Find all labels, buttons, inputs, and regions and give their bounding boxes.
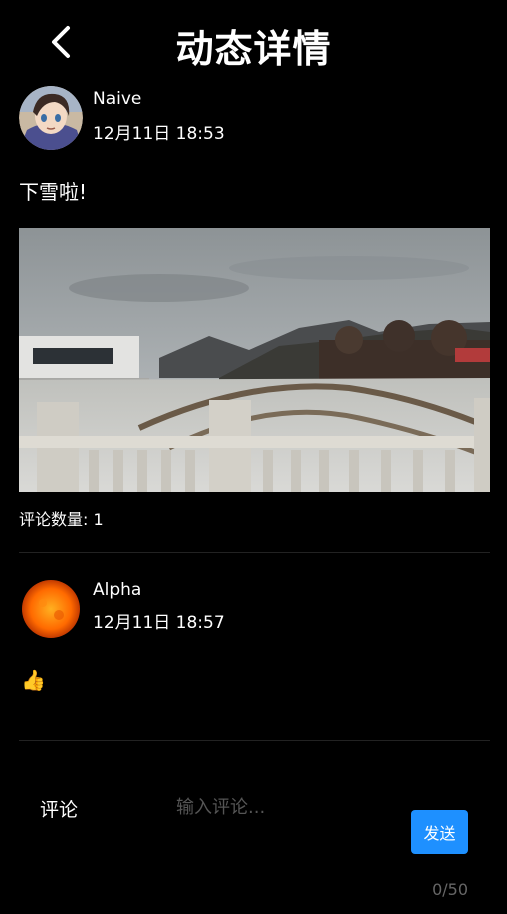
comment-text: 👍 [21,668,46,692]
anime-avatar-icon [19,86,83,150]
post-photo[interactable] [19,228,490,492]
author-avatar[interactable] [19,86,83,150]
header: 动态详情 [0,0,507,84]
comment-count: 评论数量: 1 [19,510,104,529]
commenter-avatar[interactable] [19,577,83,641]
comment-label: 评论 [40,799,79,821]
sun-avatar-icon [19,577,83,641]
comment-timestamp: 12月11日 18:57 [93,613,225,633]
char-counter: 0/50 [432,880,468,899]
divider [19,552,490,553]
snowy-landscape-photo [19,228,490,492]
page-title: 动态详情 [175,27,332,71]
divider [19,740,490,741]
author-name[interactable]: Naive [93,89,141,109]
send-button[interactable]: 发送 [411,810,468,854]
comment-input[interactable] [172,790,400,824]
post-text: 下雪啦! [19,180,88,204]
post-timestamp: 12月11日 18:53 [93,124,225,144]
commenter-name[interactable]: Alpha [93,580,141,600]
